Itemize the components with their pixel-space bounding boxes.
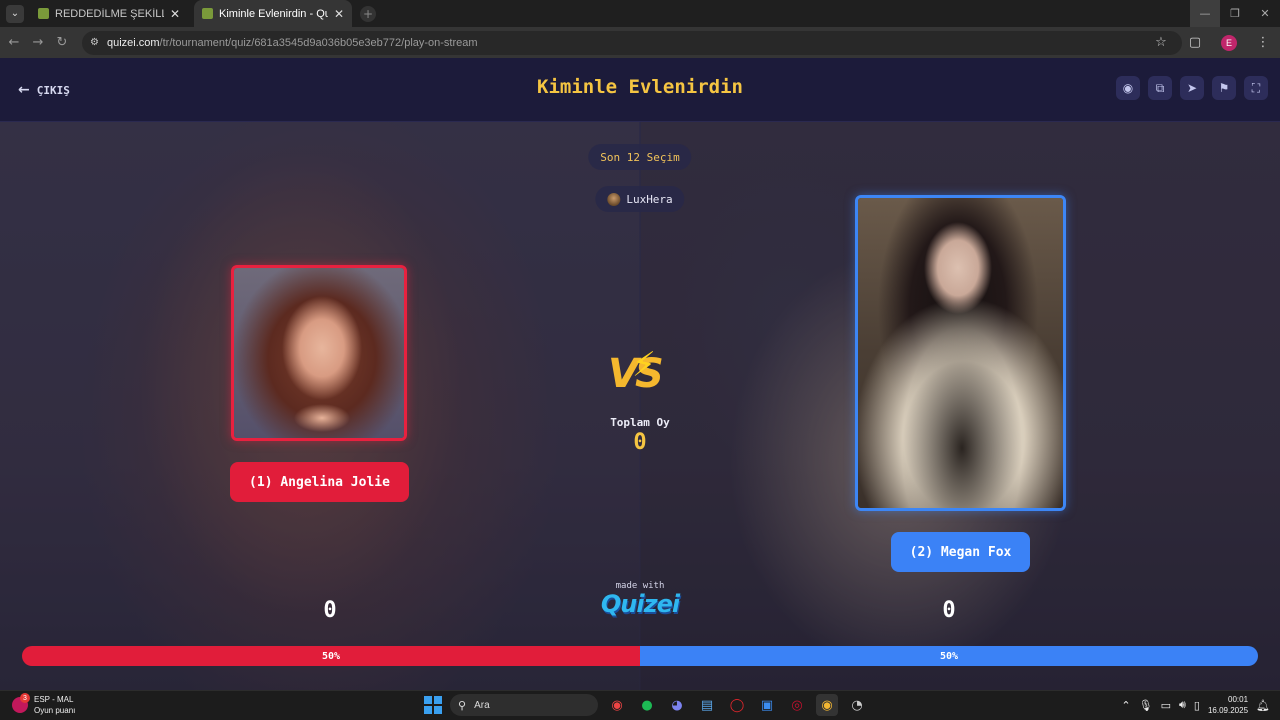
volume-icon[interactable]: 🔊︎ <box>1179 698 1186 712</box>
taskbar-apps: ⚲ Ara ◉ ● ◕ ▤ ◯ ▣ ◎ ◉ ◔ <box>424 694 868 716</box>
right-vote-segment: 50% <box>640 646 1258 666</box>
browser-tab[interactable]: REDDEDİLME ŞEKİLLERİ (KÖR SIÇ ✕ <box>30 0 188 27</box>
window-controls: — ❐ ✕ <box>1190 0 1280 27</box>
url-field[interactable]: ⚙ quizei.com/tr/tournament/quiz/681a3545… <box>82 30 1182 55</box>
file-explorer-icon[interactable]: ▤ <box>696 694 718 716</box>
candidate-left-photo[interactable] <box>231 265 407 441</box>
battery-icon[interactable]: ▯ <box>1194 699 1200 712</box>
recent-choices-label: Son 12 Seçim <box>600 150 680 164</box>
game-stage: Son 12 Seçim LuxHera (1) Angelina Jolie … <box>0 122 1280 690</box>
search-icon: ⚲ <box>458 698 467 712</box>
header-actions: ◉ ⧉ ➤ ⚑ ⛶ <box>1116 76 1268 100</box>
clock-date: 16.09.2025 <box>1207 706 1249 715</box>
game-app-icon[interactable]: ◔ <box>846 694 868 716</box>
opera-icon[interactable]: ◯ <box>726 694 748 716</box>
system-tray: ⌃ 🎙︎ ▭ 🔊︎ ▯ 00:01 16.09.2025 🔔︎ <box>1121 694 1270 716</box>
vs-logo: VS ⚡ <box>608 345 672 401</box>
share-icon[interactable]: ⧉ <box>1148 76 1172 100</box>
tab-title: Kiminle Evlenirdin - Quizei <box>219 7 328 20</box>
eye-icon[interactable]: ◉ <box>1116 76 1140 100</box>
url-path: /tr/tournament/quiz/681a3545d9a036b05e3e… <box>159 36 478 49</box>
notification-icon[interactable]: 🔔︎ <box>1256 699 1270 712</box>
extensions-icon[interactable]: ▢ <box>1178 35 1212 50</box>
browser-address-bar: ← → ↻ ⚙ quizei.com/tr/tournament/quiz/68… <box>0 27 1280 58</box>
game-score-icon: 3 <box>12 693 30 713</box>
candidate-right-photo[interactable] <box>855 195 1066 511</box>
fullscreen-icon[interactable]: ⛶ <box>1244 76 1268 100</box>
flag-icon[interactable]: ⚑ <box>1212 76 1236 100</box>
back-icon[interactable]: ← <box>4 35 24 50</box>
weather-widget[interactable]: 3 ESP - MAL Oyun puanı <box>12 693 75 716</box>
left-vote-segment: 50% <box>22 646 640 666</box>
widget-line-1: ESP - MAL <box>34 695 74 704</box>
tab-favicon <box>202 8 213 19</box>
widget-line-2: Oyun puanı <box>34 706 76 715</box>
search-placeholder: Ara <box>474 699 490 711</box>
user-badge: LuxHera <box>595 186 685 212</box>
clock-time: 00:01 <box>1228 695 1249 704</box>
site-info-icon[interactable]: ⚙ <box>90 37 99 48</box>
minimize-icon[interactable]: — <box>1190 0 1220 27</box>
forward-icon[interactable]: → <box>28 35 48 50</box>
total-votes-label: Toplam Oy <box>610 416 670 429</box>
total-votes-value: 0 <box>633 430 647 455</box>
profile-avatar[interactable]: E <box>1221 34 1237 51</box>
microphone-icon[interactable]: 🎙︎ <box>1139 699 1153 712</box>
user-name: LuxHera <box>626 192 673 206</box>
tab-favicon <box>38 8 49 19</box>
opera-gx-icon[interactable]: ◎ <box>786 694 808 716</box>
window-close-icon[interactable]: ✕ <box>1250 0 1280 27</box>
recent-choices-button[interactable]: Son 12 Seçim <box>588 144 692 170</box>
tab-search-button[interactable]: ⌄ <box>6 4 24 23</box>
browser-tab-bar: ⌄ REDDEDİLME ŞEKİLLERİ (KÖR SIÇ ✕ Kiminl… <box>0 0 1280 27</box>
page-title: Kiminle Evlenirdin <box>537 76 743 98</box>
windows-start-icon[interactable] <box>424 696 442 714</box>
candidate-left-image <box>234 268 404 438</box>
reload-icon[interactable]: ↻ <box>52 35 72 50</box>
tab-title: REDDEDİLME ŞEKİLLERİ (KÖR SIÇ <box>55 7 164 20</box>
user-avatar <box>607 192 621 206</box>
clock[interactable]: 00:01 16.09.2025 <box>1208 694 1248 716</box>
vote-progress-bar: 50% 50% <box>22 646 1258 666</box>
url-domain: quizei.com <box>106 36 160 49</box>
discord-icon[interactable]: ◕ <box>666 694 688 716</box>
address-bar-actions: ☆ ▢ E ⋮ <box>1144 27 1280 58</box>
app-window-icon[interactable]: ▣ <box>756 694 778 716</box>
close-icon[interactable]: ✕ <box>170 7 180 21</box>
bookmark-star-icon[interactable]: ☆ <box>1144 35 1178 50</box>
spotify-icon[interactable]: ● <box>636 694 658 716</box>
notification-badge: 3 <box>20 693 30 703</box>
candidate-right-button[interactable]: (2) Megan Fox <box>891 532 1030 572</box>
close-icon[interactable]: ✕ <box>334 7 344 21</box>
app-header: ← ÇIKIŞ Kiminle Evlenirdin ◉ ⧉ ➤ ⚑ ⛶ <box>0 58 1280 122</box>
os-taskbar: 3 ESP - MAL Oyun puanı ⚲ Ara ◉ ● ◕ ▤ ◯ ▣… <box>0 690 1280 720</box>
lightning-icon: ⚡ <box>632 345 656 385</box>
network-icon[interactable]: ▭ <box>1161 699 1171 712</box>
menu-icon[interactable]: ⋮ <box>1246 35 1280 50</box>
maximize-icon[interactable]: ❐ <box>1220 0 1250 27</box>
chrome-icon[interactable]: ◉ <box>606 694 628 716</box>
candidate-left-button[interactable]: (1) Angelina Jolie <box>230 462 409 502</box>
quizei-logo[interactable]: Quizei <box>0 590 1280 618</box>
candidate-right-image <box>858 198 1063 508</box>
widget-text: ESP - MAL Oyun puanı <box>34 694 75 716</box>
send-icon[interactable]: ➤ <box>1180 76 1204 100</box>
taskbar-search[interactable]: ⚲ Ara <box>450 694 598 716</box>
browser-tab-active[interactable]: Kiminle Evlenirdin - Quizei ✕ <box>194 0 352 27</box>
chevron-up-icon[interactable]: ⌃ <box>1121 699 1130 712</box>
chrome-profile-icon[interactable]: ◉ <box>816 694 838 716</box>
new-tab-button[interactable]: + <box>360 5 376 22</box>
